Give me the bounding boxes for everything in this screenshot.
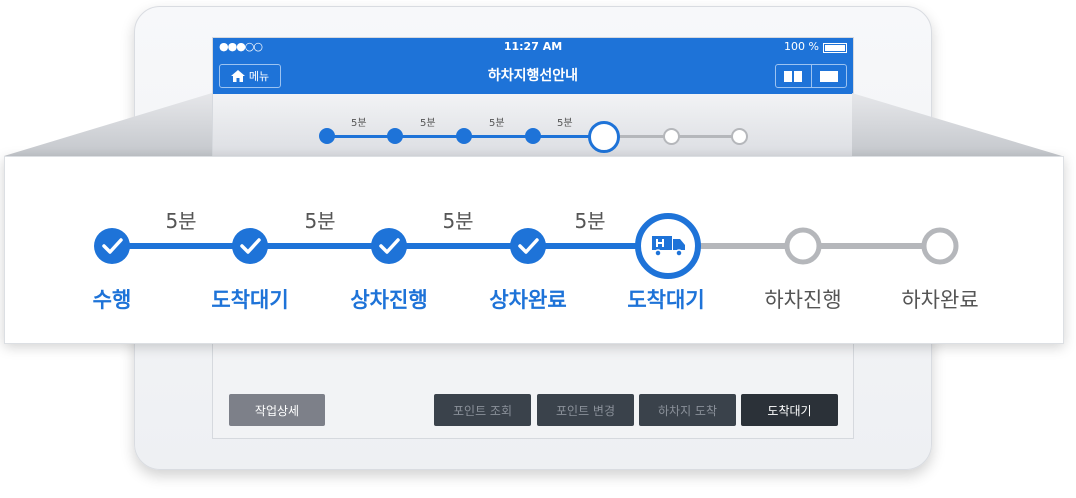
- step-label: 상차진행: [350, 288, 428, 312]
- step-check-icon: [371, 228, 407, 264]
- step-label: 하차완료: [901, 288, 979, 312]
- progress-stepper: [94, 213, 959, 279]
- step-pending-dot: [784, 227, 822, 265]
- step-pending-dot: [921, 227, 959, 265]
- step-label: 수행: [92, 288, 132, 312]
- step-label: 하차진행: [764, 288, 842, 312]
- step-duration: 5분: [442, 209, 474, 233]
- step-label: 상차완료: [489, 288, 567, 312]
- step-label: 도착대기: [211, 288, 289, 312]
- step-check-icon: [232, 228, 268, 264]
- step-check-icon: [510, 228, 546, 264]
- step-label-current: 도착대기: [627, 288, 705, 312]
- step-duration: 5분: [574, 209, 606, 233]
- step-duration: 5분: [165, 209, 197, 233]
- step-duration: 5분: [304, 209, 336, 233]
- truck-icon: [635, 213, 701, 279]
- step-check-icon: [94, 228, 130, 264]
